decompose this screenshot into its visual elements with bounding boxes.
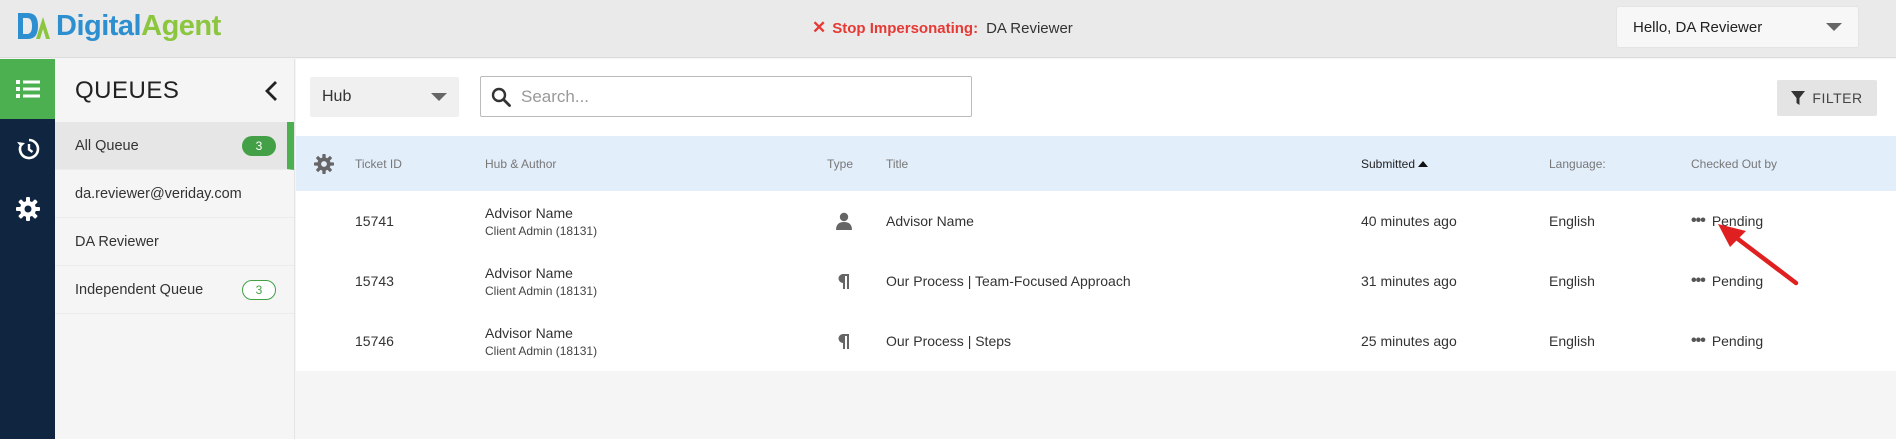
title-cell: Our Process | Team-Focused Approach [886, 273, 1131, 289]
column-header-submitted[interactable]: Submitted [1361, 136, 1429, 191]
queues-title: QUEUES [75, 76, 180, 104]
top-bar: DigitalAgent ✕ Stop Impersonating: DA Re… [0, 0, 1896, 58]
queues-header: QUEUES [55, 59, 294, 122]
collapse-chevron-left-icon[interactable] [264, 80, 278, 102]
history-icon [16, 138, 39, 160]
more-dots-icon[interactable]: ••• [1691, 332, 1706, 350]
type-cell [837, 251, 851, 311]
rail-item-queues[interactable] [0, 59, 55, 119]
paragraph-icon [838, 333, 849, 349]
filter-label: FILTER [1812, 90, 1863, 106]
queue-item-label: All Queue [75, 137, 139, 154]
queues-panel: QUEUES All Queue 3 da.reviewer@veriday.c… [55, 59, 295, 439]
type-cell [837, 311, 851, 371]
table-row[interactable]: 15741 Advisor Name Client Admin (18131) … [296, 191, 1896, 251]
more-dots-icon[interactable]: ••• [1691, 272, 1706, 290]
chevron-down-icon [1826, 23, 1842, 31]
more-dots-icon[interactable]: ••• [1691, 212, 1706, 230]
queue-item-label: Independent Queue [75, 281, 204, 298]
language-cell: English [1549, 333, 1595, 349]
logo-text-agent: Agent [141, 9, 221, 42]
queue-item-label: da.reviewer@veriday.com [75, 185, 242, 202]
hub-author-cell: Advisor Name Client Admin (18131) [485, 191, 597, 251]
stop-impersonating-label: Stop Impersonating: [832, 19, 979, 37]
ticket-id: 15743 [355, 273, 394, 289]
hub-select-value: Hub [322, 88, 352, 105]
author-name: Advisor Name [485, 324, 573, 341]
queue-count-badge: 3 [242, 279, 276, 300]
close-icon: ✕ [812, 18, 827, 37]
annotation-arrow-icon [1718, 224, 1799, 286]
column-header-ticket-id[interactable]: Ticket ID [355, 136, 402, 191]
checked-out-status: Pending [1711, 333, 1764, 349]
filter-button[interactable]: FILTER [1777, 80, 1877, 116]
author-role: Client Admin (18131) [485, 223, 598, 238]
gear-icon [314, 153, 334, 174]
type-cell [836, 191, 852, 251]
search-placeholder: Search... [521, 86, 590, 106]
user-menu-dropdown[interactable]: Hello, DA Reviewer [1616, 6, 1859, 48]
column-header-language[interactable]: Language: [1549, 136, 1606, 191]
hub-author-cell: Advisor Name Client Admin (18131) [485, 311, 597, 371]
queue-item-da-reviewer[interactable]: DA Reviewer [55, 218, 294, 266]
sort-ascending-icon [1418, 160, 1429, 167]
app-logo[interactable]: DigitalAgent [16, 8, 221, 44]
paragraph-icon [838, 273, 849, 289]
column-header-type[interactable]: Type [827, 136, 853, 191]
empty-area [296, 371, 1896, 439]
column-header-hub-author[interactable]: Hub & Author [485, 136, 556, 191]
person-icon [836, 212, 852, 230]
stop-impersonating-link[interactable]: ✕ Stop Impersonating: DA Reviewer [812, 18, 1073, 38]
table-row[interactable]: 15743 Advisor Name Client Admin (18131) … [296, 251, 1896, 311]
table-row[interactable]: 15746 Advisor Name Client Admin (18131) … [296, 311, 1896, 371]
main-content: Hub Search... FILTER Ticket ID Hub & Aut… [296, 59, 1896, 439]
rail-item-settings[interactable] [0, 179, 55, 239]
logo-text-digital: Digital [56, 9, 142, 42]
logo-wordmark: DigitalAgent [56, 10, 221, 43]
hub-author-cell: Advisor Name Client Admin (18131) [485, 251, 597, 311]
queue-item-reviewer-email[interactable]: da.reviewer@veriday.com [55, 170, 294, 218]
queue-item-label: DA Reviewer [75, 233, 159, 250]
title-cell: Advisor Name [886, 213, 974, 229]
column-header-title[interactable]: Title [886, 136, 908, 191]
table-header: Ticket ID Hub & Author Type Title Submit… [296, 136, 1896, 191]
author-role: Client Admin (18131) [485, 283, 598, 298]
queue-count-badge: 3 [242, 135, 276, 156]
search-input[interactable]: Search... [480, 76, 972, 117]
hub-select[interactable]: Hub [310, 77, 459, 117]
author-name: Advisor Name [485, 204, 573, 221]
author-name: Advisor Name [485, 264, 573, 281]
user-greeting: Hello, DA Reviewer [1633, 18, 1763, 36]
author-role: Client Admin (18131) [485, 343, 598, 358]
logo-mark-icon [16, 9, 52, 43]
queue-item-all[interactable]: All Queue 3 [55, 122, 294, 170]
filter-icon [1791, 90, 1806, 105]
ticket-id: 15746 [355, 333, 394, 349]
queue-item-independent[interactable]: Independent Queue 3 [55, 266, 294, 314]
column-header-submitted-label: Submitted [1361, 156, 1416, 171]
gear-icon [15, 197, 40, 221]
submitted-cell: 40 minutes ago [1361, 213, 1457, 229]
checked-out-cell: ••• Pending [1691, 311, 1763, 371]
language-cell: English [1549, 213, 1595, 229]
submitted-cell: 31 minutes ago [1361, 273, 1457, 289]
submitted-cell: 25 minutes ago [1361, 333, 1457, 349]
icon-rail [0, 59, 55, 439]
list-icon [15, 80, 40, 98]
chevron-down-icon [431, 93, 447, 101]
search-icon [491, 87, 511, 107]
language-cell: English [1549, 273, 1595, 289]
impersonated-user: DA Reviewer [986, 19, 1073, 37]
rail-item-history[interactable] [0, 119, 55, 179]
column-header-checked-out-by[interactable]: Checked Out by [1691, 136, 1777, 191]
column-settings[interactable] [314, 136, 334, 191]
ticket-id: 15741 [355, 213, 394, 229]
title-cell: Our Process | Steps [886, 333, 1012, 349]
